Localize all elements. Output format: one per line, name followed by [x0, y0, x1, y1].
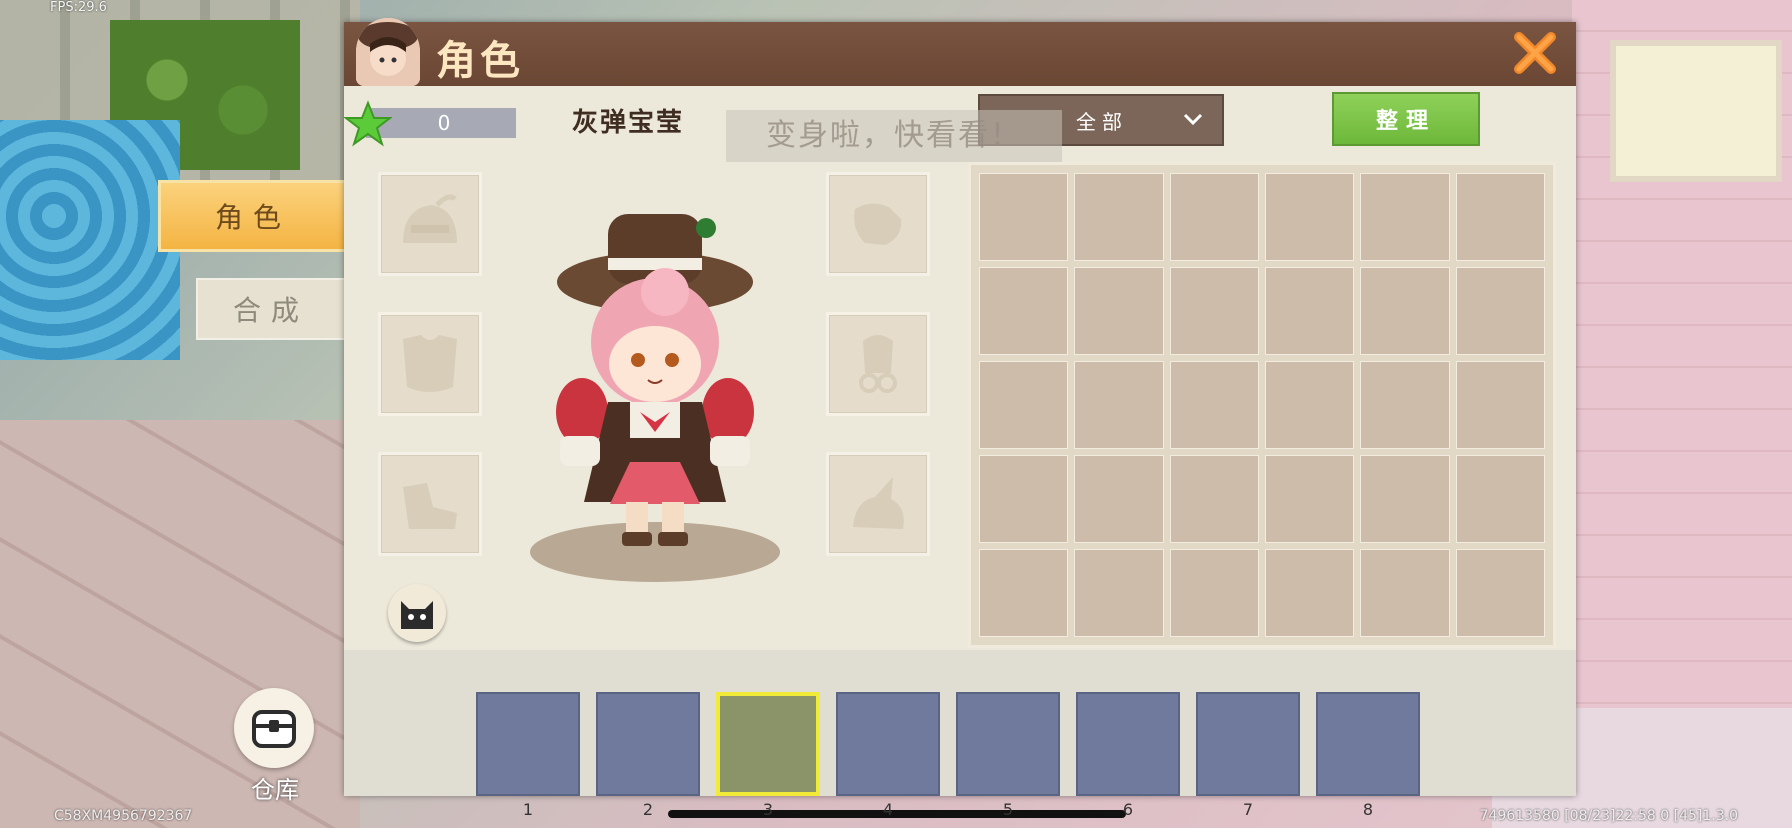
equip-slot-accessory[interactable] [826, 312, 930, 416]
inventory-slot[interactable] [1169, 455, 1259, 543]
inventory-slot[interactable] [1265, 173, 1355, 261]
equip-slot-chest[interactable] [378, 312, 482, 416]
toast-message: 变身啦，快看看！ [726, 110, 1062, 162]
equip-slot-boots[interactable] [378, 452, 482, 556]
hotbar-slot-number: 2 [642, 800, 654, 819]
inventory-slot[interactable] [1265, 267, 1355, 355]
storage-button[interactable] [234, 688, 314, 768]
inventory-slot[interactable] [1074, 267, 1164, 355]
inventory-slot[interactable] [1455, 173, 1545, 261]
inventory-slot[interactable] [1074, 173, 1164, 261]
hotbar-slot-number: 8 [1362, 800, 1374, 819]
pet-slot-icon [853, 477, 904, 529]
hotbar-slot-number: 1 [522, 800, 534, 819]
character-name: 灰弹宝莹 [572, 108, 685, 138]
inventory-slot[interactable] [1169, 267, 1259, 355]
hotbar-slot-number: 7 [1242, 800, 1254, 819]
inventory-slot[interactable] [1265, 455, 1355, 543]
close-button[interactable] [1508, 26, 1562, 80]
hotbar-slot-number: 6 [1122, 800, 1134, 819]
background-water [0, 120, 180, 360]
character-model[interactable] [530, 192, 780, 572]
cat-face-icon [401, 601, 433, 629]
background-window [1610, 40, 1782, 182]
device-info: 749613580 [08/23]22:58 0 [45]1.3.0 [1479, 808, 1738, 824]
inventory-grid [968, 162, 1556, 648]
panel-title-bar: 角色 [344, 18, 1576, 86]
accessory-slot-icon [859, 335, 897, 393]
pet-button[interactable] [388, 584, 446, 642]
equip-slot-gloves[interactable] [826, 172, 930, 276]
hotbar-slot-number: 3 [762, 800, 774, 819]
helmet-slot-icon [403, 194, 457, 243]
inventory-slot[interactable] [1360, 173, 1450, 261]
storage-label: 仓库 [251, 776, 299, 804]
hotbar-slot[interactable] [1316, 692, 1420, 796]
inventory-slot[interactable] [1074, 549, 1164, 637]
chevron-down-icon [1183, 113, 1203, 126]
hotbar-slot[interactable] [716, 692, 820, 796]
inventory-slot[interactable] [1360, 267, 1450, 355]
character-panel: 角色 0 灰弹宝莹 全部 变身啦，快看看！ 整理 1 2 3 4 5 6 7 8 [344, 18, 1576, 819]
filter-selected: 全部 [1076, 109, 1128, 134]
inventory-slot[interactable] [1265, 361, 1355, 449]
hotbar-slot[interactable] [476, 692, 580, 796]
inventory-slot[interactable] [1169, 361, 1259, 449]
device-id: C58XM4956792367 [54, 808, 193, 824]
hotbar-slot[interactable] [1196, 692, 1300, 796]
chestplate-slot-icon [403, 335, 457, 392]
hotbar-slot[interactable] [836, 692, 940, 796]
inventory-slot[interactable] [1169, 173, 1259, 261]
inventory-slot[interactable] [979, 549, 1069, 637]
equip-slot-pet[interactable] [826, 452, 930, 556]
inventory-slot[interactable] [979, 267, 1069, 355]
inventory-slot[interactable] [1169, 549, 1259, 637]
inventory-slot[interactable] [1455, 361, 1545, 449]
hotbar-slot[interactable] [956, 692, 1060, 796]
inventory-slot[interactable] [1360, 361, 1450, 449]
hotbar-slot[interactable] [596, 692, 700, 796]
inventory-slot[interactable] [979, 455, 1069, 543]
panel-title: 角色 [436, 38, 524, 84]
close-x-icon [1514, 32, 1556, 74]
inventory-slot[interactable] [979, 361, 1069, 449]
tab-crafting[interactable]: 合成 [196, 278, 346, 340]
inventory-slot[interactable] [1455, 267, 1545, 355]
hotbar-slot-number: 5 [1002, 800, 1014, 819]
background-floor [0, 420, 360, 828]
inventory-slot[interactable] [979, 173, 1069, 261]
inventory-slot[interactable] [1455, 549, 1545, 637]
fps-counter: FPS:29.6 [50, 0, 107, 15]
inventory-slot[interactable] [1074, 361, 1164, 449]
inventory-slot[interactable] [1360, 455, 1450, 543]
inventory-slot[interactable] [1360, 549, 1450, 637]
equip-slot-helmet[interactable] [378, 172, 482, 276]
inventory-slot[interactable] [1074, 455, 1164, 543]
gloves-slot-icon [854, 203, 902, 245]
inventory-slot[interactable] [1455, 455, 1545, 543]
inventory-slot[interactable] [1265, 549, 1355, 637]
star-count: 0 [437, 111, 451, 135]
hotbar-slot-number: 4 [882, 800, 894, 819]
sort-button[interactable]: 整理 [1332, 92, 1480, 146]
chest-icon [252, 710, 296, 748]
boots-slot-icon [403, 483, 457, 529]
hotbar-slot[interactable] [1076, 692, 1180, 796]
player-avatar[interactable] [356, 18, 420, 86]
tab-character[interactable]: 角色 [158, 180, 348, 252]
